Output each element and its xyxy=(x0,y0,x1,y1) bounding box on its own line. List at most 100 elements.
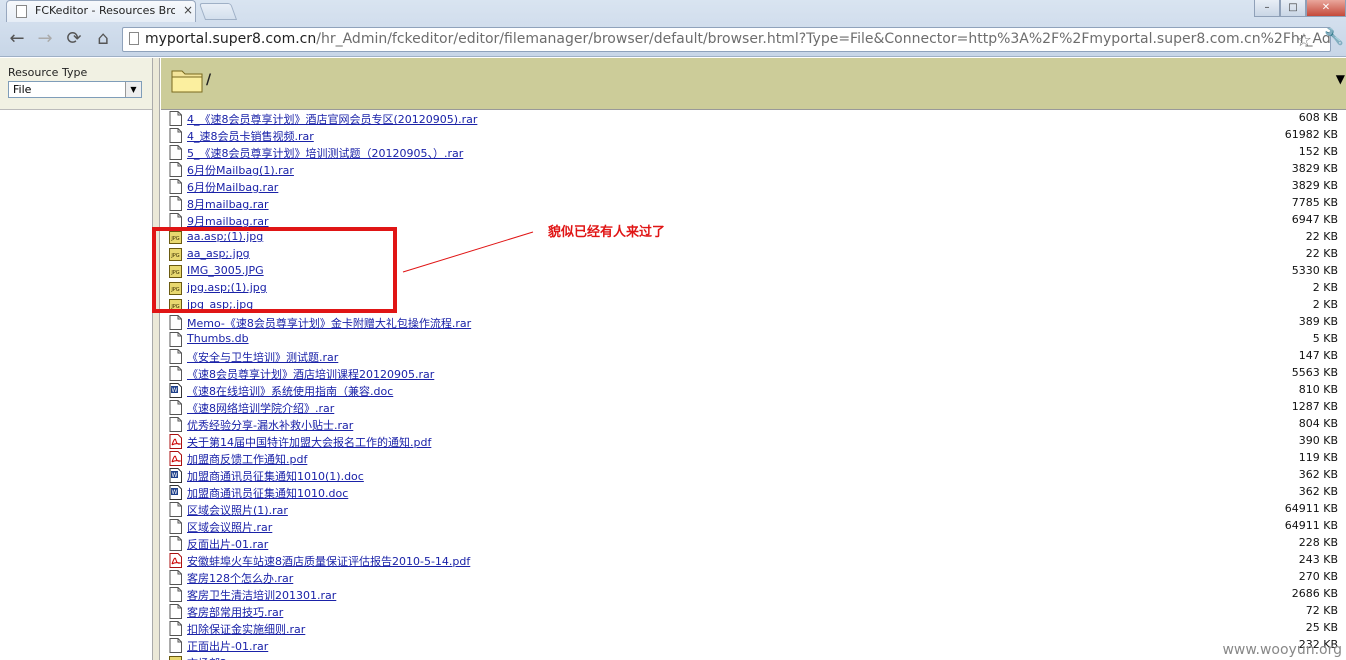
url-host: myportal.super8.com.cn xyxy=(145,31,317,47)
file-row[interactable]: 《速8会员尊享计划》酒店培训课程20120905.rar 5563 KB xyxy=(161,365,1341,382)
file-name-link[interactable]: 6月份Mailbag(1).rar xyxy=(187,162,294,178)
file-row[interactable]: Memo-《速8会员尊享计划》金卡附赠大礼包操作流程.rar 389 KB xyxy=(161,314,1341,331)
bookmark-star-icon[interactable]: ☆ xyxy=(1296,29,1312,51)
file-name-link[interactable]: 《安全与卫生培训》测试题.rar xyxy=(187,349,338,365)
file-icon xyxy=(169,196,182,211)
file-size: 228 KB xyxy=(1298,536,1338,549)
maximize-button[interactable]: □ xyxy=(1280,0,1306,17)
file-size: 64911 KB xyxy=(1284,519,1338,532)
file-name-link[interactable]: 4_速8会员卡销售视频.rar xyxy=(187,128,314,144)
file-name-link[interactable]: 加盟商通讯员征集通知1010.doc xyxy=(187,485,348,501)
file-name-link[interactable]: 客房卫生清洁培训201301.rar xyxy=(187,587,336,603)
file-size: 22 KB xyxy=(1305,247,1338,260)
file-name-link[interactable]: 市场部2... xyxy=(187,655,238,660)
file-name-link[interactable]: 5_《速8会员尊享计划》培训测试题（20120905、）.rar xyxy=(187,145,463,161)
file-name-link[interactable]: 4_《速8会员尊享计划》酒店官网会员专区(20120905).rar xyxy=(187,111,477,127)
file-icon xyxy=(169,400,182,415)
file-row[interactable]: 正面出片-01.rar 232 KB xyxy=(161,637,1341,654)
address-bar[interactable]: myportal.super8.com.cn/hr_Admin/fckedito… xyxy=(122,27,1331,52)
file-icon xyxy=(169,145,182,160)
file-row[interactable]: 客房128个怎么办.rar 270 KB xyxy=(161,569,1341,586)
file-row[interactable]: 客房部常用技巧.rar 72 KB xyxy=(161,603,1341,620)
word-doc-icon: W xyxy=(169,485,182,500)
back-icon[interactable]: ← xyxy=(6,27,28,51)
file-name-link[interactable]: 区域会议照片.rar xyxy=(187,519,272,535)
file-size: 7785 KB xyxy=(1291,196,1338,209)
home-icon[interactable]: ⌂ xyxy=(92,27,114,51)
folder-icon[interactable] xyxy=(171,67,204,93)
svg-text:W: W xyxy=(172,489,178,496)
word-doc-icon: W xyxy=(169,383,182,398)
file-row[interactable]: 8月mailbag.rar 7785 KB xyxy=(161,195,1341,212)
file-name-link[interactable]: 6月份Mailbag.rar xyxy=(187,179,278,195)
folder-menu-icon[interactable]: ▼ xyxy=(1336,72,1345,86)
tab-close-icon[interactable]: × xyxy=(183,3,193,17)
file-list: 4_《速8会员尊享计划》酒店官网会员专区(20120905).rar 608 KB… xyxy=(161,111,1346,660)
file-size: 147 KB xyxy=(1298,349,1338,362)
frame-splitter[interactable] xyxy=(152,58,160,660)
reload-icon[interactable]: ⟳ xyxy=(63,27,85,51)
file-size: 72 KB xyxy=(1305,604,1338,617)
new-tab-button[interactable] xyxy=(198,3,238,20)
file-size: 2 KB xyxy=(1312,298,1338,311)
wrench-icon[interactable]: 🔧 xyxy=(1324,27,1344,46)
file-row[interactable]: 客房卫生清洁培训201301.rar 2686 KB xyxy=(161,586,1341,603)
file-name-link[interactable]: 《速8网络培训学院介绍》.rar xyxy=(187,400,334,416)
file-row[interactable]: 关于第14届中国特许加盟大会报名工作的通知.pdf 390 KB xyxy=(161,433,1341,450)
file-row[interactable]: 4_速8会员卡销售视频.rar 61982 KB xyxy=(161,127,1341,144)
file-row[interactable]: 5_《速8会员尊享计划》培训测试题（20120905、）.rar 152 KB xyxy=(161,144,1341,161)
file-row[interactable]: Thumbs.db 5 KB xyxy=(161,331,1341,348)
file-name-link[interactable]: 《速8在线培训》系统使用指南（兼容.doc xyxy=(187,383,393,399)
file-name-link[interactable]: Thumbs.db xyxy=(187,332,249,345)
file-row[interactable]: W 《速8在线培训》系统使用指南（兼容.doc 810 KB xyxy=(161,382,1341,399)
file-row[interactable]: W 加盟商通讯员征集通知1010.doc 362 KB xyxy=(161,484,1341,501)
file-name-link[interactable]: 安徽蚌埠火车站速8酒店质量保证评估报告2010-5-14.pdf xyxy=(187,553,470,569)
resource-type-select[interactable]: File ▼ xyxy=(8,81,142,98)
file-name-link[interactable]: 8月mailbag.rar xyxy=(187,196,269,212)
file-row[interactable]: 加盟商反馈工作通知.pdf 119 KB xyxy=(161,450,1341,467)
file-name-link[interactable]: 区域会议照片(1).rar xyxy=(187,502,288,518)
file-row[interactable]: 区域会议照片.rar 64911 KB xyxy=(161,518,1341,535)
close-window-button[interactable]: ✕ xyxy=(1306,0,1346,17)
file-size: 390 KB xyxy=(1298,434,1338,447)
file-size: 61982 KB xyxy=(1284,128,1338,141)
file-name-link[interactable]: 加盟商反馈工作通知.pdf xyxy=(187,451,307,467)
file-row[interactable]: 6月份Mailbag(1).rar 3829 KB xyxy=(161,161,1341,178)
file-name-link[interactable]: 客房128个怎么办.rar xyxy=(187,570,293,586)
forward-icon[interactable]: → xyxy=(34,27,56,51)
file-row[interactable]: 区域会议照片(1).rar 64911 KB xyxy=(161,501,1341,518)
file-name-link[interactable]: 加盟商通讯员征集通知1010(1).doc xyxy=(187,468,364,484)
file-name-link[interactable]: 关于第14届中国特许加盟大会报名工作的通知.pdf xyxy=(187,434,431,450)
file-name-link[interactable]: 正面出片-01.rar xyxy=(187,638,268,654)
browser-tab[interactable]: FCKeditor - Resources Bro × xyxy=(6,0,196,22)
resource-type-value: File xyxy=(13,83,32,96)
minimize-button[interactable]: – xyxy=(1254,0,1280,17)
folder-tree-panel xyxy=(0,111,152,660)
file-row[interactable]: 扣除保证金实施细则.rar 25 KB xyxy=(161,620,1341,637)
file-name-link[interactable]: 客房部常用技巧.rar xyxy=(187,604,283,620)
file-row[interactable]: JPG 市场部2... xyxy=(161,654,1341,660)
file-size: 5563 KB xyxy=(1291,366,1338,379)
file-name-link[interactable]: Memo-《速8会员尊享计划》金卡附赠大礼包操作流程.rar xyxy=(187,315,471,331)
file-row[interactable]: 《安全与卫生培训》测试题.rar 147 KB xyxy=(161,348,1341,365)
file-row[interactable]: W 加盟商通讯员征集通知1010(1).doc 362 KB xyxy=(161,467,1341,484)
file-row[interactable]: 4_《速8会员尊享计划》酒店官网会员专区(20120905).rar 608 KB xyxy=(161,111,1341,127)
file-row[interactable]: 反面出片-01.rar 228 KB xyxy=(161,535,1341,552)
file-name-link[interactable]: 《速8会员尊享计划》酒店培训课程20120905.rar xyxy=(187,366,434,382)
file-name-link[interactable]: 反面出片-01.rar xyxy=(187,536,268,552)
file-row[interactable]: 安徽蚌埠火车站速8酒店质量保证评估报告2010-5-14.pdf 243 KB xyxy=(161,552,1341,569)
current-folder-bar: / ▼ xyxy=(161,58,1346,110)
file-name-link[interactable]: 优秀经验分享-漏水补救小贴士.rar xyxy=(187,417,353,433)
pdf-file-icon xyxy=(169,553,182,568)
file-row[interactable]: 6月份Mailbag.rar 3829 KB xyxy=(161,178,1341,195)
file-size: 5330 KB xyxy=(1291,264,1338,277)
file-size: 3829 KB xyxy=(1291,179,1338,192)
browser-chrome: FCKeditor - Resources Bro × – □ ✕ ← → ⟳ … xyxy=(0,0,1346,57)
file-name-link[interactable]: 扣除保证金实施细则.rar xyxy=(187,621,305,637)
file-row[interactable]: 《速8网络培训学院介绍》.rar 1287 KB xyxy=(161,399,1341,416)
file-size: 119 KB xyxy=(1298,451,1338,464)
file-size: 6947 KB xyxy=(1291,213,1338,226)
chevron-down-icon[interactable]: ▼ xyxy=(125,82,141,97)
file-row[interactable]: 优秀经验分享-漏水补救小贴士.rar 804 KB xyxy=(161,416,1341,433)
pdf-file-icon xyxy=(169,451,182,466)
